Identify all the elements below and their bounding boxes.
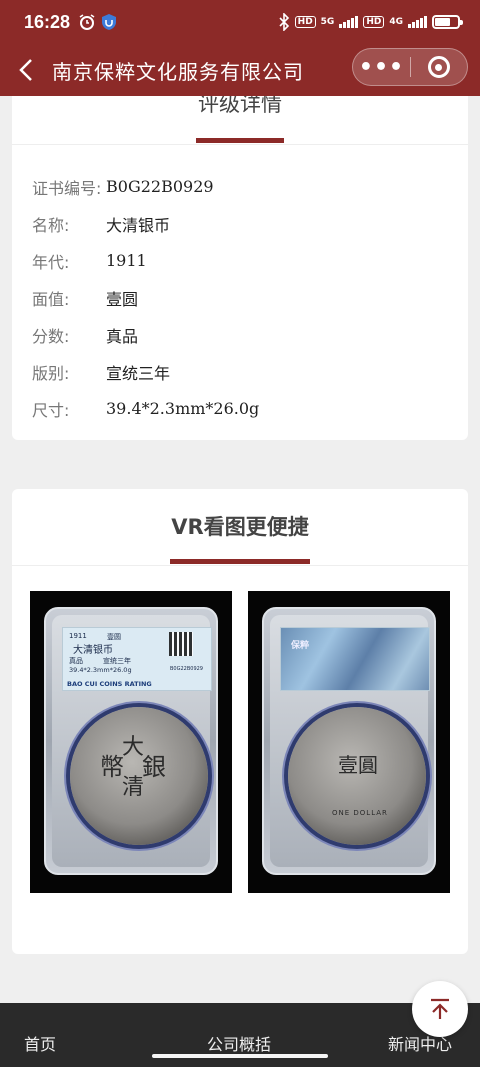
signal-icon	[339, 16, 359, 28]
battery-icon	[432, 15, 463, 29]
slab-holder: 保粹 壹圓 ONE DOLLAR	[262, 607, 436, 875]
vr-view-card: VR看图更便捷 1911 壹圆 大清银币 真品 宣统三年 39.4*2.3mm*…	[12, 489, 468, 954]
detail-row-grade: 分数: 真品	[32, 326, 139, 346]
network-5g: 5G	[320, 16, 335, 27]
target-icon	[427, 56, 450, 78]
title-underline	[196, 138, 284, 143]
top-bar: 16:28 HD 5G HD 4G 南京保粹文化服务有限公司 •••	[0, 0, 480, 96]
coin-reverse: 壹圓 ONE DOLLAR	[288, 707, 426, 845]
detail-row-denomination: 面值: 壹圆	[32, 289, 139, 309]
detail-row-year: 年代: 1911	[32, 251, 147, 272]
alarm-icon	[79, 14, 95, 30]
signal-icon-2	[408, 16, 427, 28]
cert-number: B0G22B0929	[106, 177, 214, 196]
bluetooth-icon	[279, 13, 289, 31]
slab-holder: 1911 壹圆 大清银币 真品 宣统三年 39.4*2.3mm*26.0g BA…	[44, 607, 218, 875]
more-button[interactable]: •••	[353, 55, 410, 80]
divider	[12, 565, 468, 566]
shield-app-icon	[102, 14, 117, 30]
home-indicator	[152, 1054, 328, 1058]
title-underline	[170, 559, 310, 564]
detail-row-size: 尺寸: 39.4*2.3mm*26.0g	[32, 399, 260, 420]
coin-photos: 1911 壹圆 大清银币 真品 宣统三年 39.4*2.3mm*26.0g BA…	[30, 591, 450, 893]
page-title: 南京保粹文化服务有限公司	[52, 59, 304, 84]
hologram-label: 保粹	[280, 627, 430, 691]
divider	[12, 144, 468, 145]
network-4g: 4G	[389, 16, 403, 27]
footer-item-home[interactable]: 首页	[24, 1031, 56, 1055]
mini-program-capsule: •••	[352, 48, 468, 86]
hd-icon: HD	[294, 16, 316, 28]
qr-code-icon	[169, 632, 193, 656]
grading-label: 1911 壹圆 大清银币 真品 宣统三年 39.4*2.3mm*26.0g BA…	[62, 627, 212, 691]
detail-row-cert: 证书编号: B0G22B0929	[32, 177, 214, 198]
coin-photo-reverse[interactable]: 保粹 壹圓 ONE DOLLAR	[248, 591, 450, 893]
chevron-left-icon	[19, 59, 32, 81]
arrow-to-top-icon	[431, 998, 449, 1019]
back-button[interactable]	[0, 44, 52, 96]
status-bar: 16:28 HD 5G HD 4G	[0, 0, 480, 44]
grading-details-card: 评级详情 证书编号: B0G22B0929 名称: 大清银币 年代: 1911 面值:…	[12, 68, 468, 440]
coin-photo-obverse[interactable]: 1911 壹圆 大清银币 真品 宣统三年 39.4*2.3mm*26.0g BA…	[30, 591, 232, 893]
back-to-top-button[interactable]	[412, 981, 468, 1037]
detail-row-name: 名称: 大清银币	[32, 215, 171, 235]
details-list: 证书编号: B0G22B0929 名称: 大清银币 年代: 1911 面值: 壹圆 分数…	[32, 168, 448, 427]
footer-item-company[interactable]: 公司概括	[207, 1031, 271, 1055]
close-button[interactable]	[411, 56, 467, 78]
section-title-vr: VR看图更便捷	[171, 515, 309, 539]
coin-obverse: 幣 銀 大 清	[70, 707, 208, 845]
nav-bar: 南京保粹文化服务有限公司 •••	[0, 44, 480, 96]
status-time: 16:28	[24, 11, 71, 32]
detail-row-variety: 版别: 宣统三年	[32, 363, 171, 383]
hd-icon-2: HD	[363, 16, 385, 28]
